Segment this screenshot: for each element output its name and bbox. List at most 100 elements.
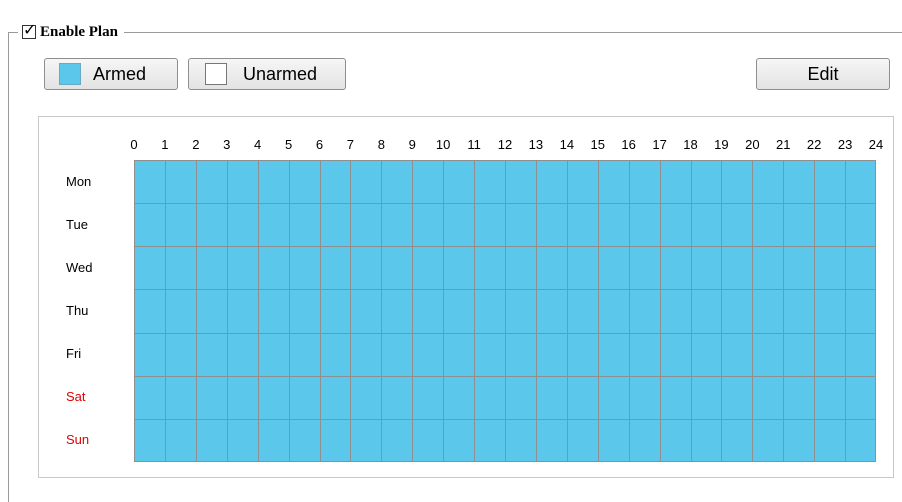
schedule-cell[interactable] [536,160,567,203]
schedule-cell[interactable] [567,160,598,203]
schedule-cell[interactable] [629,419,660,462]
schedule-cell[interactable] [598,333,629,376]
schedule-cell[interactable] [165,333,196,376]
schedule-cell[interactable] [505,203,536,246]
schedule-cell[interactable] [660,419,691,462]
schedule-cell[interactable] [814,376,845,419]
schedule-cell[interactable] [134,246,165,289]
schedule-cell[interactable] [196,246,227,289]
schedule-cell[interactable] [536,376,567,419]
schedule-cell[interactable] [258,376,289,419]
schedule-cell[interactable] [381,376,412,419]
unarmed-button[interactable]: Unarmed [188,58,346,90]
schedule-cell[interactable] [227,419,258,462]
schedule-cell[interactable] [598,289,629,332]
schedule-cell[interactable] [474,160,505,203]
schedule-cell[interactable] [196,419,227,462]
schedule-cell[interactable] [227,376,258,419]
schedule-cell[interactable] [289,289,320,332]
schedule-cell[interactable] [350,246,381,289]
schedule-cell[interactable] [783,333,814,376]
schedule-cell[interactable] [227,246,258,289]
schedule-cell[interactable] [598,246,629,289]
schedule-cell[interactable] [134,333,165,376]
schedule-cell[interactable] [196,376,227,419]
schedule-cell[interactable] [567,333,598,376]
schedule-cell[interactable] [258,419,289,462]
schedule-cell[interactable] [227,333,258,376]
schedule-cell[interactable] [289,376,320,419]
schedule-cell[interactable] [350,289,381,332]
schedule-cell[interactable] [443,376,474,419]
schedule-cell[interactable] [381,246,412,289]
schedule-cell[interactable] [536,419,567,462]
schedule-cell[interactable] [289,333,320,376]
schedule-cell[interactable] [814,419,845,462]
schedule-cell[interactable] [752,333,783,376]
schedule-cell[interactable] [660,160,691,203]
schedule-cell[interactable] [505,419,536,462]
schedule-cell[interactable] [320,333,351,376]
schedule-cell[interactable] [443,289,474,332]
schedule-cell[interactable] [814,246,845,289]
schedule-cell[interactable] [721,333,752,376]
schedule-grid[interactable] [134,160,876,462]
schedule-cell[interactable] [814,203,845,246]
schedule-cell[interactable] [134,160,165,203]
schedule-cell[interactable] [536,333,567,376]
schedule-cell[interactable] [660,246,691,289]
schedule-cell[interactable] [443,160,474,203]
armed-button[interactable]: Armed [44,58,178,90]
schedule-cell[interactable] [165,246,196,289]
schedule-cell[interactable] [536,203,567,246]
schedule-cell[interactable] [783,289,814,332]
schedule-cell[interactable] [536,289,567,332]
schedule-cell[interactable] [629,376,660,419]
schedule-cell[interactable] [845,333,876,376]
schedule-cell[interactable] [443,333,474,376]
schedule-cell[interactable] [350,376,381,419]
schedule-cell[interactable] [691,289,722,332]
schedule-cell[interactable] [258,246,289,289]
schedule-cell[interactable] [474,246,505,289]
schedule-cell[interactable] [134,289,165,332]
schedule-cell[interactable] [691,203,722,246]
schedule-cell[interactable] [474,419,505,462]
schedule-cell[interactable] [227,289,258,332]
schedule-cell[interactable] [721,289,752,332]
schedule-cell[interactable] [412,246,443,289]
schedule-cell[interactable] [350,160,381,203]
schedule-cell[interactable] [721,376,752,419]
schedule-cell[interactable] [289,160,320,203]
schedule-cell[interactable] [629,289,660,332]
schedule-cell[interactable] [845,376,876,419]
schedule-cell[interactable] [845,160,876,203]
schedule-cell[interactable] [381,203,412,246]
schedule-cell[interactable] [845,289,876,332]
schedule-cell[interactable] [474,289,505,332]
schedule-cell[interactable] [845,246,876,289]
schedule-cell[interactable] [660,203,691,246]
schedule-cell[interactable] [598,419,629,462]
schedule-cell[interactable] [752,376,783,419]
schedule-cell[interactable] [258,333,289,376]
schedule-cell[interactable] [567,203,598,246]
schedule-cell[interactable] [227,203,258,246]
schedule-cell[interactable] [505,376,536,419]
schedule-cell[interactable] [567,376,598,419]
schedule-cell[interactable] [196,203,227,246]
schedule-cell[interactable] [660,289,691,332]
schedule-cell[interactable] [320,289,351,332]
schedule-cell[interactable] [474,376,505,419]
schedule-cell[interactable] [320,203,351,246]
schedule-cell[interactable] [691,246,722,289]
schedule-cell[interactable] [752,289,783,332]
schedule-cell[interactable] [289,203,320,246]
schedule-cell[interactable] [814,333,845,376]
schedule-cell[interactable] [752,160,783,203]
schedule-cell[interactable] [598,203,629,246]
schedule-cell[interactable] [752,246,783,289]
schedule-cell[interactable] [783,246,814,289]
schedule-cell[interactable] [536,246,567,289]
schedule-cell[interactable] [350,333,381,376]
